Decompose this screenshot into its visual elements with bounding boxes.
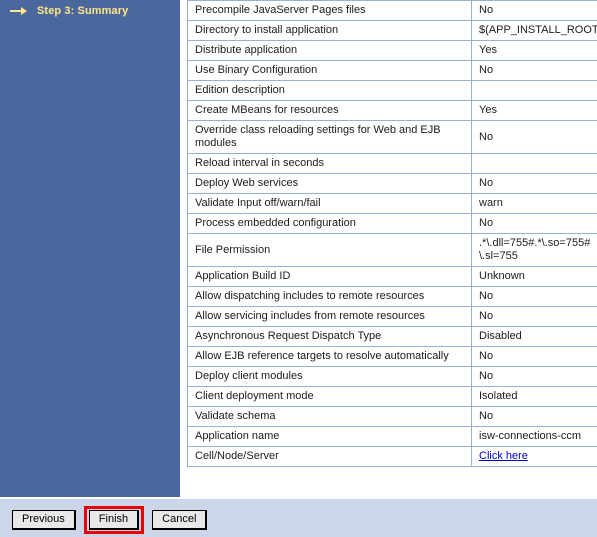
table-cell-value: Yes: [471, 100, 597, 121]
table-cell-value: Unknown: [471, 266, 597, 287]
table-cell-label: Precompile JavaServer Pages files: [187, 0, 472, 21]
summary-table-body: Precompile JavaServer Pages files No Direc…: [187, 0, 597, 467]
table-cell-label: Deploy Web services: [187, 173, 472, 194]
table-cell-label: Asynchronous Request Dispatch Type: [187, 326, 472, 347]
table-cell-value: No: [471, 173, 597, 194]
finish-button[interactable]: Finish: [88, 510, 140, 530]
wizard-button-bar: Previous Finish Cancel: [0, 498, 597, 537]
table-row: Deploy client modules No: [187, 366, 597, 387]
table-cell-value: isw-connections-ccm: [471, 426, 597, 447]
cell-node-server-link[interactable]: Click here: [479, 450, 528, 462]
table-cell-label: Process embedded configuration: [187, 213, 472, 234]
table-cell-label: Directory to install application: [187, 20, 472, 41]
table-cell-value: Disabled: [471, 326, 597, 347]
summary-table: Precompile JavaServer Pages files No Direc…: [187, 0, 597, 467]
table-row: Application name isw-connections-ccm: [187, 426, 597, 447]
table-cell-label: Validate schema: [187, 406, 472, 427]
table-cell-value: [471, 80, 597, 101]
install-application-summary-page: Step 3: Summary Precompile JavaServer Pa…: [0, 0, 597, 537]
sidebar-item-label: Step 3: Summary: [37, 5, 129, 17]
table-cell-value: No: [471, 286, 597, 307]
previous-button[interactable]: Previous: [12, 510, 76, 530]
table-cell-value: Yes: [471, 40, 597, 61]
wizard-button-row: Previous Finish Cancel: [12, 506, 208, 534]
table-cell-label: Edition description: [187, 80, 472, 101]
table-cell-label: Application Build ID: [187, 266, 472, 287]
table-cell-value: No: [471, 366, 597, 387]
table-cell-label: Deploy client modules: [187, 366, 472, 387]
table-row: Allow servicing includes from remote res…: [187, 306, 597, 327]
table-cell-label: Create MBeans for resources: [187, 100, 472, 121]
table-cell-label: Use Binary Configuration: [187, 60, 472, 81]
table-row: Use Binary Configuration No: [187, 60, 597, 81]
table-row: Reload interval in seconds: [187, 153, 597, 174]
table-cell-value: No: [471, 213, 597, 234]
table-cell-label: Application name: [187, 426, 472, 447]
table-cell-value[interactable]: Click here: [471, 446, 597, 467]
table-row: Process embedded configuration No: [187, 213, 597, 234]
table-cell-label: Distribute application: [187, 40, 472, 61]
table-cell-label: Allow servicing includes from remote res…: [187, 306, 472, 327]
table-cell-label: File Permission: [187, 233, 472, 267]
table-row: Application Build ID Unknown: [187, 266, 597, 287]
summary-table-area: Precompile JavaServer Pages files No Direc…: [187, 0, 597, 497]
table-row: Allow EJB reference targets to resolve a…: [187, 346, 597, 367]
table-row: Precompile JavaServer Pages files No: [187, 0, 597, 21]
wizard-step-panel: Step 3: Summary: [0, 0, 180, 497]
table-cell-value: $(APP_INSTALL_ROOT)/(: [471, 20, 597, 41]
table-row: File Permission .*\.dll=755#.*\.so=755# \.…: [187, 233, 597, 267]
table-cell-value: No: [471, 120, 597, 154]
table-cell-label: Validate Input off/warn/fail: [187, 193, 472, 214]
table-row: Asynchronous Request Dispatch Type Disabl…: [187, 326, 597, 347]
table-row: Create MBeans for resources Yes: [187, 100, 597, 121]
table-row: Edition description: [187, 80, 597, 101]
table-cell-value: No: [471, 306, 597, 327]
table-cell-label: Allow EJB reference targets to resolve a…: [187, 346, 472, 367]
table-cell-label: Override class reloading settings for We…: [187, 120, 472, 154]
table-row: Validate Input off/warn/fail warn: [187, 193, 597, 214]
table-cell-value: [471, 153, 597, 174]
table-row: Deploy Web services No: [187, 173, 597, 194]
finish-button-highlight: Finish: [83, 506, 145, 534]
table-row: Cell/Node/Server Click here: [187, 446, 597, 467]
sidebar-item-step-3-summary[interactable]: Step 3: Summary: [0, 0, 180, 17]
table-row: Allow dispatching includes to remote res…: [187, 286, 597, 307]
table-cell-label: Client deployment mode: [187, 386, 472, 407]
arrow-right-icon: [10, 5, 28, 17]
cancel-button[interactable]: Cancel: [152, 510, 208, 530]
table-row: Client deployment mode Isolated: [187, 386, 597, 407]
table-row: Validate schema No: [187, 406, 597, 427]
table-cell-value: No: [471, 0, 597, 21]
table-row: Directory to install application $(APP_IN…: [187, 20, 597, 41]
table-cell-label: Reload interval in seconds: [187, 153, 472, 174]
table-cell-value: No: [471, 406, 597, 427]
table-cell-value: No: [471, 346, 597, 367]
table-row: Override class reloading settings for We…: [187, 120, 597, 154]
table-cell-value: .*\.dll=755#.*\.so=755# \.sl=755: [471, 233, 597, 267]
table-row: Distribute application Yes: [187, 40, 597, 61]
table-cell-value: warn: [471, 193, 597, 214]
table-cell-value: Isolated: [471, 386, 597, 407]
table-cell-label: Cell/Node/Server: [187, 446, 472, 467]
table-cell-value: No: [471, 60, 597, 81]
table-cell-label: Allow dispatching includes to remote res…: [187, 286, 472, 307]
